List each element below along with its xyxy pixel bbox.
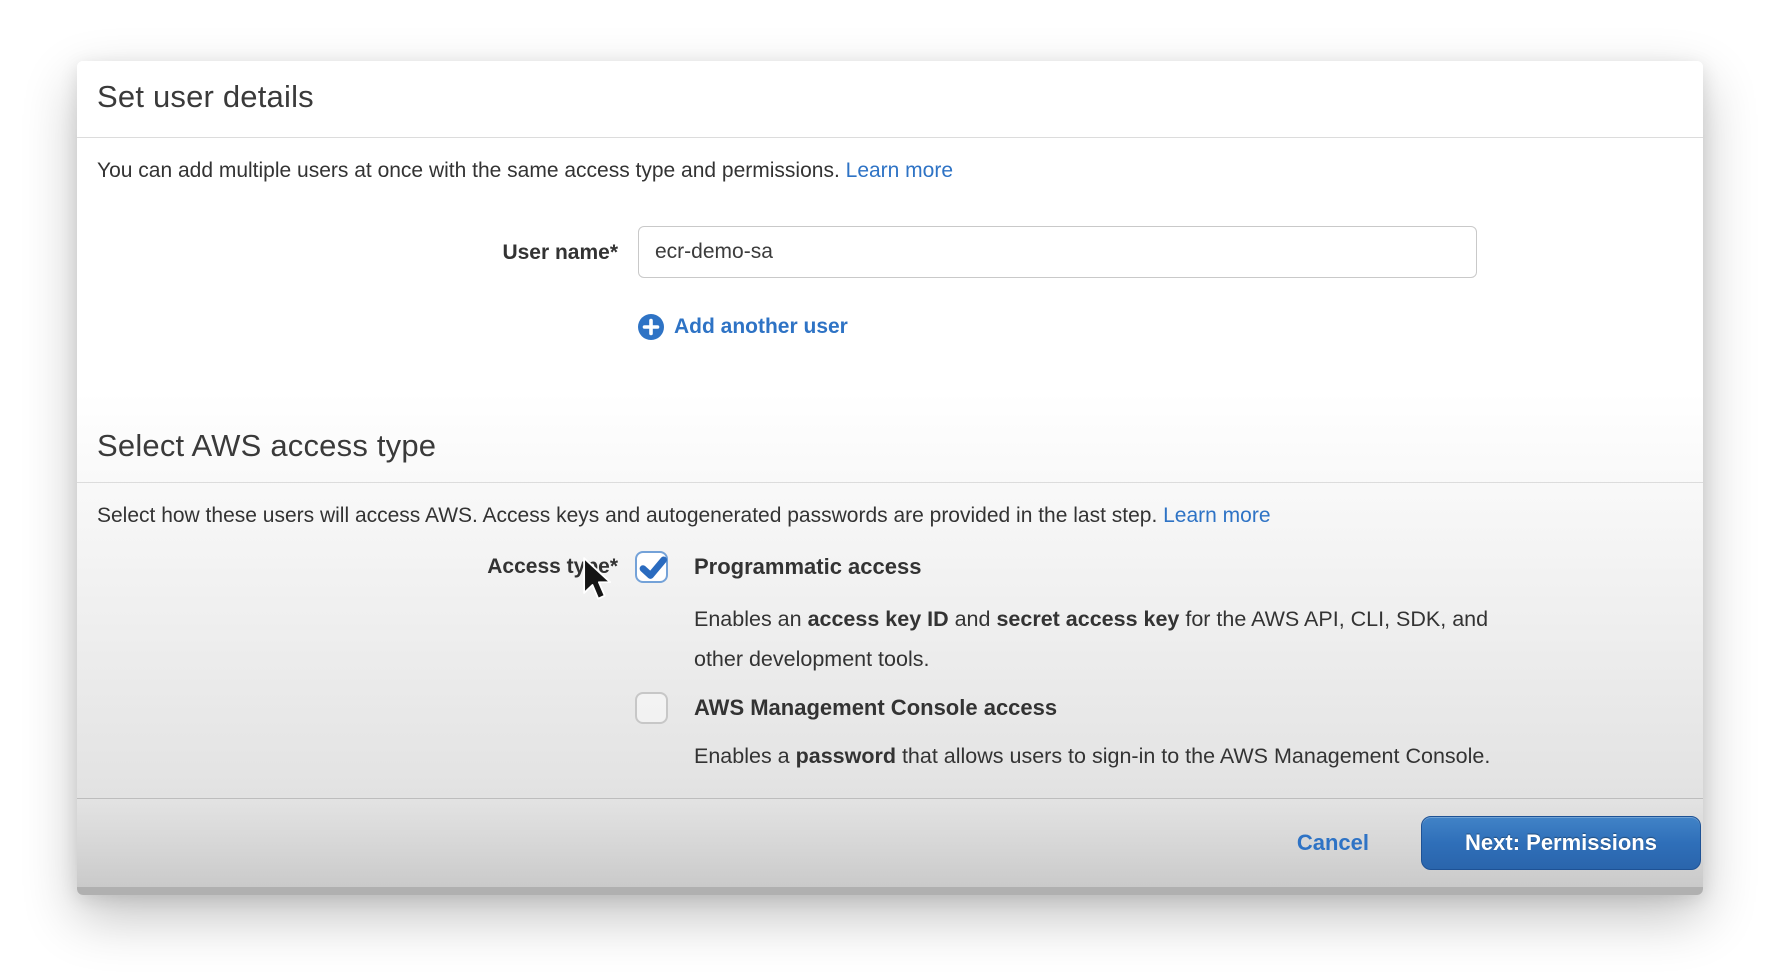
card-bottom-strip xyxy=(77,887,1703,895)
plus-circle-icon xyxy=(638,314,664,340)
programmatic-access-description: Enables an access key ID and secret acce… xyxy=(694,599,1488,679)
programmatic-access-checkbox[interactable] xyxy=(635,551,668,583)
access-type-intro: Select how these users will access AWS. … xyxy=(97,503,1683,529)
user-details-title-row: Set user details xyxy=(77,61,1703,138)
user-name-row: User name* xyxy=(77,226,1703,278)
wizard-body: Set user details You can add multiple us… xyxy=(77,61,1703,798)
console-access-description: Enables a password that allows users to … xyxy=(694,736,1490,776)
desc-text: that allows users to sign-in to the AWS … xyxy=(896,744,1490,768)
cancel-button[interactable]: Cancel xyxy=(1297,830,1369,856)
user-name-input[interactable] xyxy=(638,226,1477,278)
user-name-label: User name* xyxy=(77,226,618,265)
user-details-intro: You can add multiple users at once with … xyxy=(97,158,1683,184)
wizard-footer: Cancel Next: Permissions xyxy=(77,798,1703,887)
programmatic-access-label: Programmatic access xyxy=(694,551,1488,583)
access-type-intro-text: Select how these users will access AWS. … xyxy=(97,504,1157,527)
add-another-user-label: Add another user xyxy=(674,315,848,339)
access-type-section-title: Select AWS access type xyxy=(97,428,1683,464)
next-permissions-button[interactable]: Next: Permissions xyxy=(1421,816,1701,870)
checkmark-icon xyxy=(638,553,668,583)
desc-text: Enables a xyxy=(694,744,796,768)
console-access-checkbox[interactable] xyxy=(635,692,668,724)
add-another-user-button[interactable]: Add another user xyxy=(638,314,848,340)
page-title: Set user details xyxy=(97,75,1683,119)
console-access-row: AWS Management Console access Enables a … xyxy=(77,692,1703,776)
learn-more-link-user-details[interactable]: Learn more xyxy=(846,159,953,182)
desc-text-line2: other development tools. xyxy=(694,647,929,671)
add-user-row: Add another user xyxy=(77,314,1703,340)
set-user-details-panel: Set user details You can add multiple us… xyxy=(77,61,1703,895)
access-type-label: Access type* xyxy=(77,551,618,579)
desc-bold-access-key-id: access key ID xyxy=(808,607,949,631)
desc-bold-secret-access-key: secret access key xyxy=(996,607,1179,631)
programmatic-access-row: Access type* Programmatic access Enables… xyxy=(77,551,1703,679)
programmatic-access-option: Programmatic access Enables an access ke… xyxy=(694,551,1488,679)
desc-text: for the AWS API, CLI, SDK, and xyxy=(1179,607,1488,631)
learn-more-link-access-type[interactable]: Learn more xyxy=(1163,504,1270,527)
console-access-label: AWS Management Console access xyxy=(694,692,1490,724)
console-access-option: AWS Management Console access Enables a … xyxy=(694,692,1490,776)
user-details-intro-text: You can add multiple users at once with … xyxy=(97,159,840,182)
page-background: Set user details You can add multiple us… xyxy=(0,0,1786,974)
access-type-title-row: Select AWS access type xyxy=(77,428,1703,483)
desc-text: Enables an xyxy=(694,607,808,631)
desc-text: and xyxy=(949,607,997,631)
desc-bold-password: password xyxy=(796,744,896,768)
